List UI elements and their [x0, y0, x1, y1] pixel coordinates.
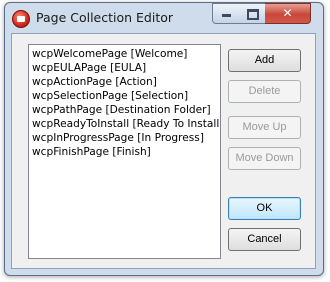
list-item[interactable]: wcpSelectionPage [Selection]	[29, 89, 220, 103]
move-up-button[interactable]: Move Up	[228, 116, 301, 139]
close-icon: ✕	[282, 6, 293, 20]
cancel-button[interactable]: Cancel	[228, 228, 301, 251]
app-icon	[12, 10, 30, 28]
list-item[interactable]: wcpWelcomePage [Welcome]	[29, 47, 220, 61]
pages-list: wcpWelcomePage [Welcome] wcpEULAPage [EUL…	[29, 45, 220, 159]
list-item[interactable]: wcpReadyToInstall [Ready To Install]	[29, 117, 220, 131]
dialog-client-area: wcpWelcomePage [Welcome] wcpEULAPage [EUL…	[11, 33, 316, 269]
close-button[interactable]: ✕	[265, 3, 311, 24]
title-bar[interactable]: Page Collection Editor ✕	[5, 3, 323, 33]
maximize-button[interactable]	[239, 3, 266, 24]
pages-listbox[interactable]: wcpWelcomePage [Welcome] wcpEULAPage [EUL…	[28, 44, 221, 259]
move-down-button[interactable]: Move Down	[228, 147, 301, 170]
minimize-button[interactable]	[212, 3, 241, 24]
window-title: Page Collection Editor	[36, 10, 174, 25]
list-item[interactable]: wcpPathPage [Destination Folder]	[29, 103, 220, 117]
list-item[interactable]: wcpEULAPage [EULA]	[29, 61, 220, 75]
delete-button[interactable]: Delete	[228, 80, 301, 103]
list-item[interactable]: wcpActionPage [Action]	[29, 75, 220, 89]
list-item[interactable]: wcpInProgressPage [In Progress]	[29, 131, 220, 145]
ok-button[interactable]: OK	[228, 197, 301, 220]
maximize-icon	[247, 9, 259, 20]
minimize-icon	[222, 14, 231, 17]
dialog-window: Page Collection Editor ✕ wcpWelcomePage …	[4, 2, 324, 276]
add-button[interactable]: Add	[228, 49, 301, 72]
list-item[interactable]: wcpFinishPage [Finish]	[29, 145, 220, 159]
